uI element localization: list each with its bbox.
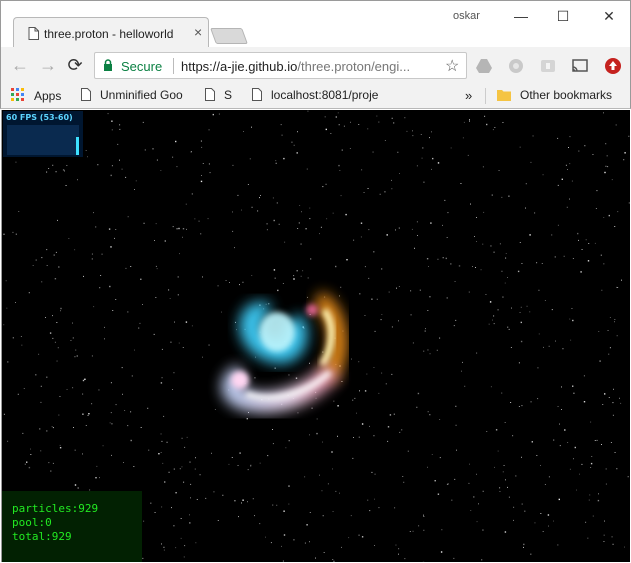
cast-icon[interactable] xyxy=(571,57,589,75)
fps-readout: 60 FPS (53-60) xyxy=(6,113,73,122)
page-icon xyxy=(28,27,39,40)
bookmark-label: Unminified Goo xyxy=(100,88,183,102)
back-button[interactable]: ← xyxy=(9,55,31,77)
lock-icon xyxy=(104,59,112,71)
drive-extension-icon[interactable] xyxy=(475,57,493,75)
page-icon xyxy=(81,88,91,101)
folder-icon xyxy=(497,90,511,101)
extension-b-icon[interactable] xyxy=(539,57,557,75)
page-icon xyxy=(252,88,262,101)
reload-button[interactable]: ⟳ xyxy=(64,55,86,77)
particles-count: particles:929 xyxy=(12,502,99,515)
url-host: https://a-jie.github.io xyxy=(181,59,298,74)
webgl-canvas[interactable]: 60 FPS (53-60) particles:929 pool:0 tota… xyxy=(1,110,630,562)
other-bookmarks[interactable]: Other bookmarks xyxy=(497,88,612,104)
bookmark-label: S xyxy=(224,88,233,102)
fps-stats-panel[interactable]: 60 FPS (53-60) xyxy=(3,111,83,157)
title-bar: three.proton - helloworld × oskar — ☐ ✕ xyxy=(0,0,631,48)
extension-circle-icon[interactable] xyxy=(507,57,525,75)
bookmarks-bar: Apps Unminified Goo S localhost:8081/pro… xyxy=(0,84,631,109)
profile-name[interactable]: oskar xyxy=(453,10,480,22)
bookmarks-overflow-button[interactable]: » xyxy=(465,88,472,104)
address-bar[interactable]: Secure https://a-jie.github.io/three.pro… xyxy=(94,52,467,79)
page-icon xyxy=(205,88,215,101)
bookmarks-separator xyxy=(485,88,486,104)
url-text[interactable]: https://a-jie.github.io/three.proton/eng… xyxy=(181,59,410,74)
browser-tab[interactable]: three.proton - helloworld × xyxy=(13,17,209,48)
bookmark-item[interactable]: Unminified Goo xyxy=(81,88,193,104)
tab-close-button[interactable]: × xyxy=(194,25,202,39)
browser-toolbar: ← → ⟳ Secure https://a-jie.github.io/thr… xyxy=(0,47,631,84)
tab-title: three.proton - helloworld xyxy=(44,27,174,41)
url-path: /three.proton/engi... xyxy=(297,59,411,74)
fps-graph xyxy=(7,125,79,155)
bookmark-item[interactable]: localhost:8081/proje xyxy=(252,88,388,104)
fps-graph-bar xyxy=(76,137,79,155)
bookmark-label: localhost:8081/proje xyxy=(271,88,379,102)
bookmark-star-icon[interactable]: ☆ xyxy=(445,56,459,76)
forward-button[interactable]: → xyxy=(37,55,59,77)
particle-swirl xyxy=(221,291,348,413)
bookmark-item[interactable]: S xyxy=(205,88,232,104)
particle-stats-panel: particles:929 pool:0 total:929 xyxy=(2,491,142,562)
apps-grid-icon xyxy=(11,88,24,101)
bookmark-apps[interactable]: Apps xyxy=(11,88,61,104)
pool-count: pool:0 xyxy=(12,516,52,529)
total-count: total:929 xyxy=(12,530,72,543)
omnibox-separator xyxy=(173,58,174,74)
update-icon[interactable] xyxy=(604,57,622,75)
close-window-button[interactable]: ✕ xyxy=(594,5,624,27)
minimize-button[interactable]: — xyxy=(506,5,536,27)
new-tab-button[interactable] xyxy=(210,28,248,44)
maximize-button[interactable]: ☐ xyxy=(548,5,578,27)
bookmark-apps-label: Apps xyxy=(34,89,62,103)
other-bookmarks-label: Other bookmarks xyxy=(520,88,613,102)
secure-label: Secure xyxy=(121,59,163,74)
